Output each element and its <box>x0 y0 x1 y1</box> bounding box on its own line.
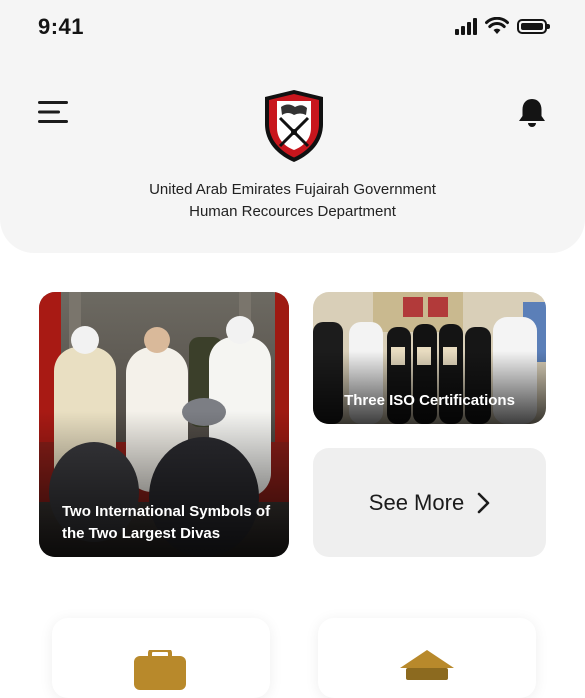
header-panel: 9:41 United Arab Emirates Fujairah Gover… <box>0 0 585 253</box>
org-title-line-2: Human Recources Department <box>189 203 396 220</box>
status-time: 9:41 <box>38 14 85 39</box>
news-card-caption: Two International Symbols of the Two Lar… <box>62 503 271 542</box>
see-more-button[interactable]: See More <box>313 448 546 557</box>
service-tile-1[interactable] <box>52 618 270 698</box>
military-cap-icon <box>400 650 454 680</box>
news-card-iso-certifications[interactable]: Three ISO Certifications <box>313 292 546 424</box>
briefcase-icon <box>134 650 186 690</box>
wifi-icon <box>485 17 509 34</box>
bell-icon[interactable] <box>515 96 549 130</box>
news-card-caption: Three ISO Certifications <box>344 392 515 409</box>
news-card-two-symbols[interactable]: Two International Symbols of the Two Lar… <box>39 292 289 557</box>
hamburger-menu-icon[interactable] <box>38 99 68 125</box>
org-title-line-1: United Arab Emirates Fujairah Government <box>149 181 436 198</box>
status-icons <box>455 17 550 35</box>
service-tile-2[interactable] <box>318 618 536 698</box>
fujairah-emblem-logo <box>265 90 323 162</box>
chevron-right-icon <box>477 492 490 513</box>
see-more-label: See More <box>368 489 465 515</box>
battery-icon <box>517 18 550 34</box>
signal-icon <box>455 17 477 35</box>
